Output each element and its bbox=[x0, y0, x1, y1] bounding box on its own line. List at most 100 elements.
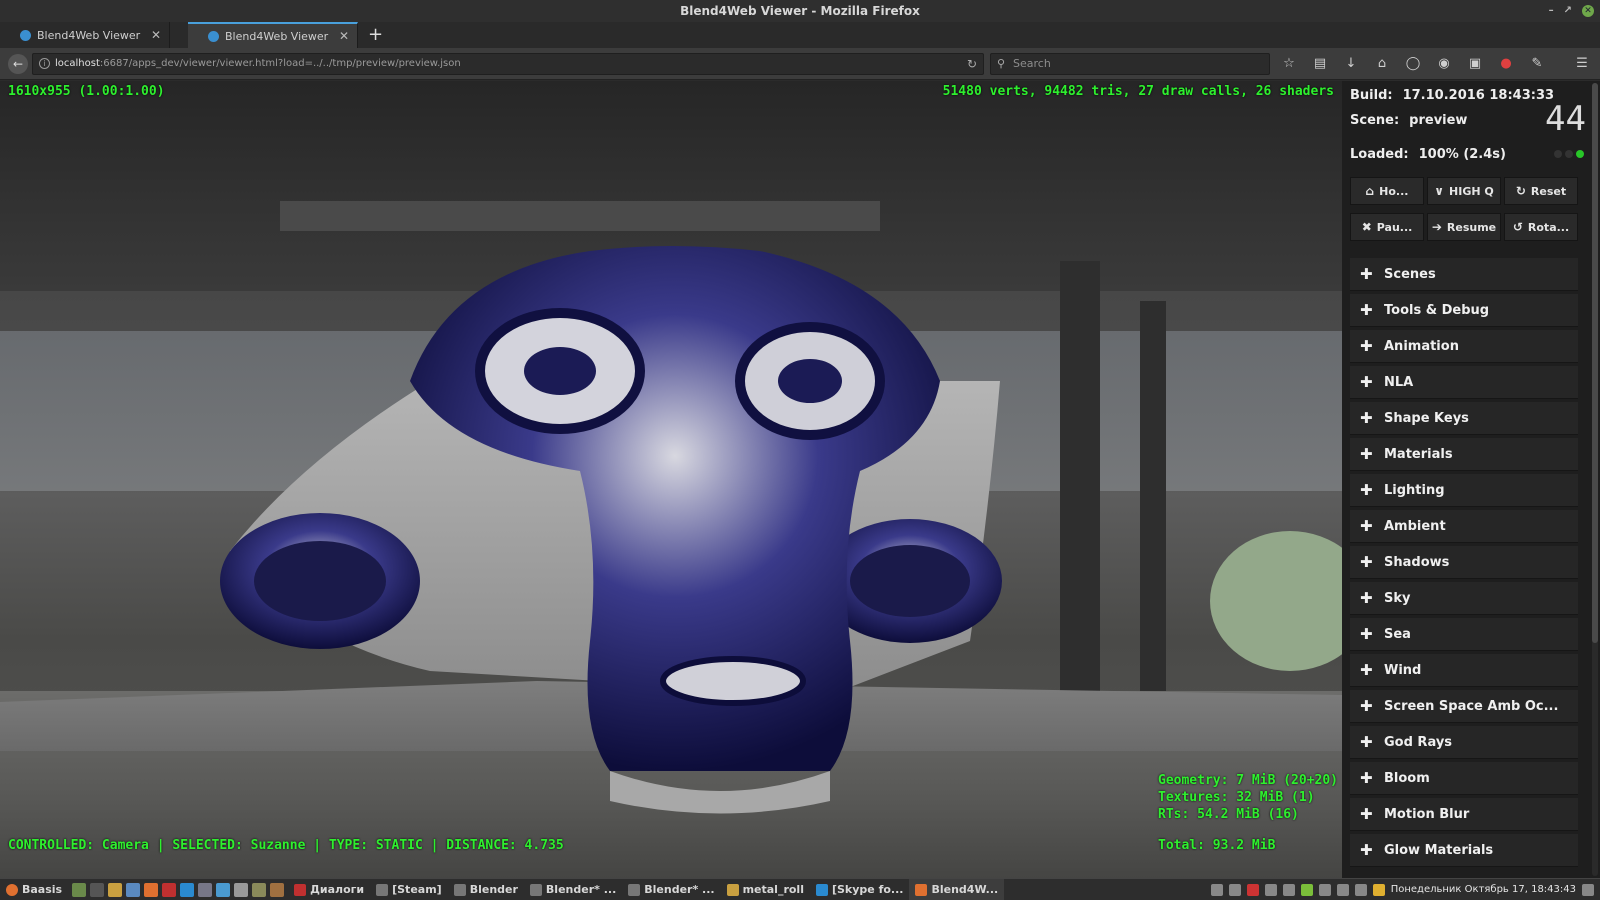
expand-plus-icon: ✚ bbox=[1360, 481, 1373, 499]
home-button[interactable]: ⌂ Ho... bbox=[1350, 177, 1424, 205]
pause-button[interactable]: ✖ Pau... bbox=[1350, 213, 1424, 241]
taskbar-item-blender[interactable]: Blender bbox=[448, 879, 524, 900]
rotate-icon: ↺ bbox=[1512, 220, 1523, 234]
taskbar-item-steam[interactable]: [Steam] bbox=[370, 879, 448, 900]
reset-button[interactable]: ↻ Reset bbox=[1504, 177, 1578, 205]
rotate-button[interactable]: ↺ Rota... bbox=[1504, 213, 1578, 241]
section-nla[interactable]: ✚ NLA bbox=[1350, 366, 1578, 399]
archive-icon[interactable] bbox=[252, 882, 267, 897]
gimp-icon[interactable] bbox=[270, 882, 285, 897]
chat-icon[interactable]: ◯ bbox=[1404, 54, 1422, 74]
show-desktop-icon[interactable] bbox=[72, 882, 87, 897]
section-god-rays[interactable]: ✚ God Rays bbox=[1350, 726, 1578, 759]
notification-icon[interactable]: ● bbox=[1497, 54, 1515, 74]
weather-icon[interactable] bbox=[1372, 883, 1385, 896]
taskbar-item-dialogs[interactable]: Диалоги bbox=[288, 879, 370, 900]
tab-blend4web-1[interactable]: Blend4Web Viewer ✕ bbox=[0, 22, 170, 48]
build-label: Build: bbox=[1350, 88, 1393, 103]
pen-icon[interactable] bbox=[1318, 883, 1331, 896]
taskbar-item-label: Blender bbox=[469, 883, 518, 896]
new-tab-button[interactable]: + bbox=[368, 22, 383, 48]
bookmark-star-icon[interactable]: ☆ bbox=[1280, 54, 1298, 74]
resume-button[interactable]: ➔ Resume bbox=[1427, 213, 1501, 241]
reading-list-icon[interactable]: ▤ bbox=[1311, 54, 1329, 74]
skype-icon[interactable] bbox=[180, 882, 195, 897]
wifi-icon[interactable] bbox=[1264, 883, 1277, 896]
update-icon[interactable] bbox=[1300, 883, 1313, 896]
section-motion-blur[interactable]: ✚ Motion Blur bbox=[1350, 798, 1578, 831]
window-close-icon[interactable]: ✕ bbox=[1582, 5, 1594, 17]
webgl-viewport[interactable]: 1610x955 (1.00:1.00) 51480 verts, 94482 … bbox=[0, 81, 1342, 878]
section-scenes[interactable]: ✚ Scenes bbox=[1350, 258, 1578, 291]
steam-icon[interactable] bbox=[198, 882, 213, 897]
scene-info: Scene: preview bbox=[1350, 113, 1467, 128]
section-shape-keys[interactable]: ✚ Shape Keys bbox=[1350, 402, 1578, 435]
addon-icon[interactable]: ▣ bbox=[1466, 54, 1484, 74]
model-mouth bbox=[660, 656, 806, 706]
text-editor-icon[interactable] bbox=[126, 882, 141, 897]
section-animation[interactable]: ✚ Animation bbox=[1350, 330, 1578, 363]
clock[interactable]: Понедельник Октябрь 17, 18:43:43 bbox=[1391, 884, 1576, 895]
maximize-icon[interactable]: ↗ bbox=[1564, 0, 1572, 22]
section-lighting[interactable]: ✚ Lighting bbox=[1350, 474, 1578, 507]
vivaldi-icon[interactable] bbox=[162, 882, 177, 897]
extension-icon[interactable]: ◉ bbox=[1435, 54, 1453, 74]
section-ssao[interactable]: ✚ Screen Space Amb Oc... bbox=[1350, 690, 1578, 723]
panel-scrollbar-thumb[interactable] bbox=[1592, 83, 1598, 643]
taskbar-item-label: Blend4W... bbox=[931, 883, 999, 896]
keyboard-layout-icon[interactable] bbox=[1246, 883, 1259, 896]
settings-icon[interactable] bbox=[1354, 883, 1367, 896]
panel-scrollbar[interactable] bbox=[1592, 83, 1598, 876]
section-bloom[interactable]: ✚ Bloom bbox=[1350, 762, 1578, 795]
shield-icon[interactable] bbox=[1336, 883, 1349, 896]
tab-close-icon[interactable]: ✕ bbox=[339, 29, 349, 43]
blend4web-favicon-icon bbox=[20, 29, 31, 41]
terminal-icon[interactable] bbox=[90, 882, 105, 897]
start-menu-button[interactable]: Baasis bbox=[0, 879, 68, 900]
menu-icon[interactable]: ☰ bbox=[1573, 54, 1591, 74]
tool-icon[interactable]: ✎ bbox=[1528, 54, 1546, 74]
taskbar-item-blender-3[interactable]: Blender* ... bbox=[622, 879, 720, 900]
network-icon[interactable] bbox=[1228, 883, 1241, 896]
reload-icon[interactable]: ↻ bbox=[967, 54, 977, 74]
section-label: Shape Keys bbox=[1384, 410, 1469, 426]
section-tools-debug[interactable]: ✚ Tools & Debug bbox=[1350, 294, 1578, 327]
section-glow-materials[interactable]: ✚ Glow Materials bbox=[1350, 834, 1578, 867]
section-ambient[interactable]: ✚ Ambient bbox=[1350, 510, 1578, 543]
blender-icon[interactable] bbox=[144, 882, 159, 897]
section-shadows[interactable]: ✚ Shadows bbox=[1350, 546, 1578, 579]
minimize-icon[interactable]: – bbox=[1549, 0, 1554, 22]
steam-icon bbox=[376, 883, 389, 896]
quality-button[interactable]: ∨ HIGH Q bbox=[1427, 177, 1501, 205]
section-label: Scenes bbox=[1384, 266, 1436, 282]
section-label: Motion Blur bbox=[1384, 806, 1470, 822]
section-wind[interactable]: ✚ Wind bbox=[1350, 654, 1578, 687]
taskbar-item-blender-2[interactable]: Blender* ... bbox=[524, 879, 622, 900]
calculator-icon[interactable] bbox=[216, 882, 231, 897]
url-bar[interactable]: i localhost:6687/apps_dev/viewer/viewer.… bbox=[32, 53, 984, 75]
site-info-icon[interactable]: i bbox=[39, 58, 50, 69]
image-viewer-icon[interactable] bbox=[234, 882, 249, 897]
volume-icon[interactable] bbox=[1282, 883, 1295, 896]
section-sky[interactable]: ✚ Sky bbox=[1350, 582, 1578, 615]
search-input[interactable]: ⚲ Search bbox=[990, 53, 1270, 75]
loaded-label: Loaded: bbox=[1350, 147, 1409, 162]
tab-strip: Blend4Web Viewer ✕ Blend4Web Viewer ✕ + bbox=[0, 22, 1600, 48]
show-desktop-icon[interactable] bbox=[1582, 883, 1594, 896]
back-button[interactable]: ← bbox=[8, 54, 28, 74]
section-sea[interactable]: ✚ Sea bbox=[1350, 618, 1578, 651]
expand-plus-icon: ✚ bbox=[1360, 373, 1373, 391]
user-icon[interactable] bbox=[1210, 883, 1223, 896]
section-label: Lighting bbox=[1384, 482, 1445, 498]
taskbar-item-blend4web[interactable]: Blend4W... bbox=[909, 879, 1005, 900]
file-manager-icon[interactable] bbox=[108, 882, 123, 897]
toolbar-icons: ☆ ▤ ↓ ⌂ ◯ ◉ ▣ ● ✎ ☰ bbox=[1280, 54, 1591, 74]
tab-close-icon[interactable]: ✕ bbox=[151, 28, 161, 42]
section-materials[interactable]: ✚ Materials bbox=[1350, 438, 1578, 471]
tab-blend4web-2[interactable]: Blend4Web Viewer ✕ bbox=[188, 22, 358, 48]
taskbar-item-skype[interactable]: [Skype fo... bbox=[810, 879, 909, 900]
taskbar-item-metal-roll[interactable]: metal_roll bbox=[721, 879, 810, 900]
vivaldi-icon bbox=[294, 883, 307, 896]
download-icon[interactable]: ↓ bbox=[1342, 54, 1360, 74]
home-icon[interactable]: ⌂ bbox=[1373, 54, 1391, 74]
